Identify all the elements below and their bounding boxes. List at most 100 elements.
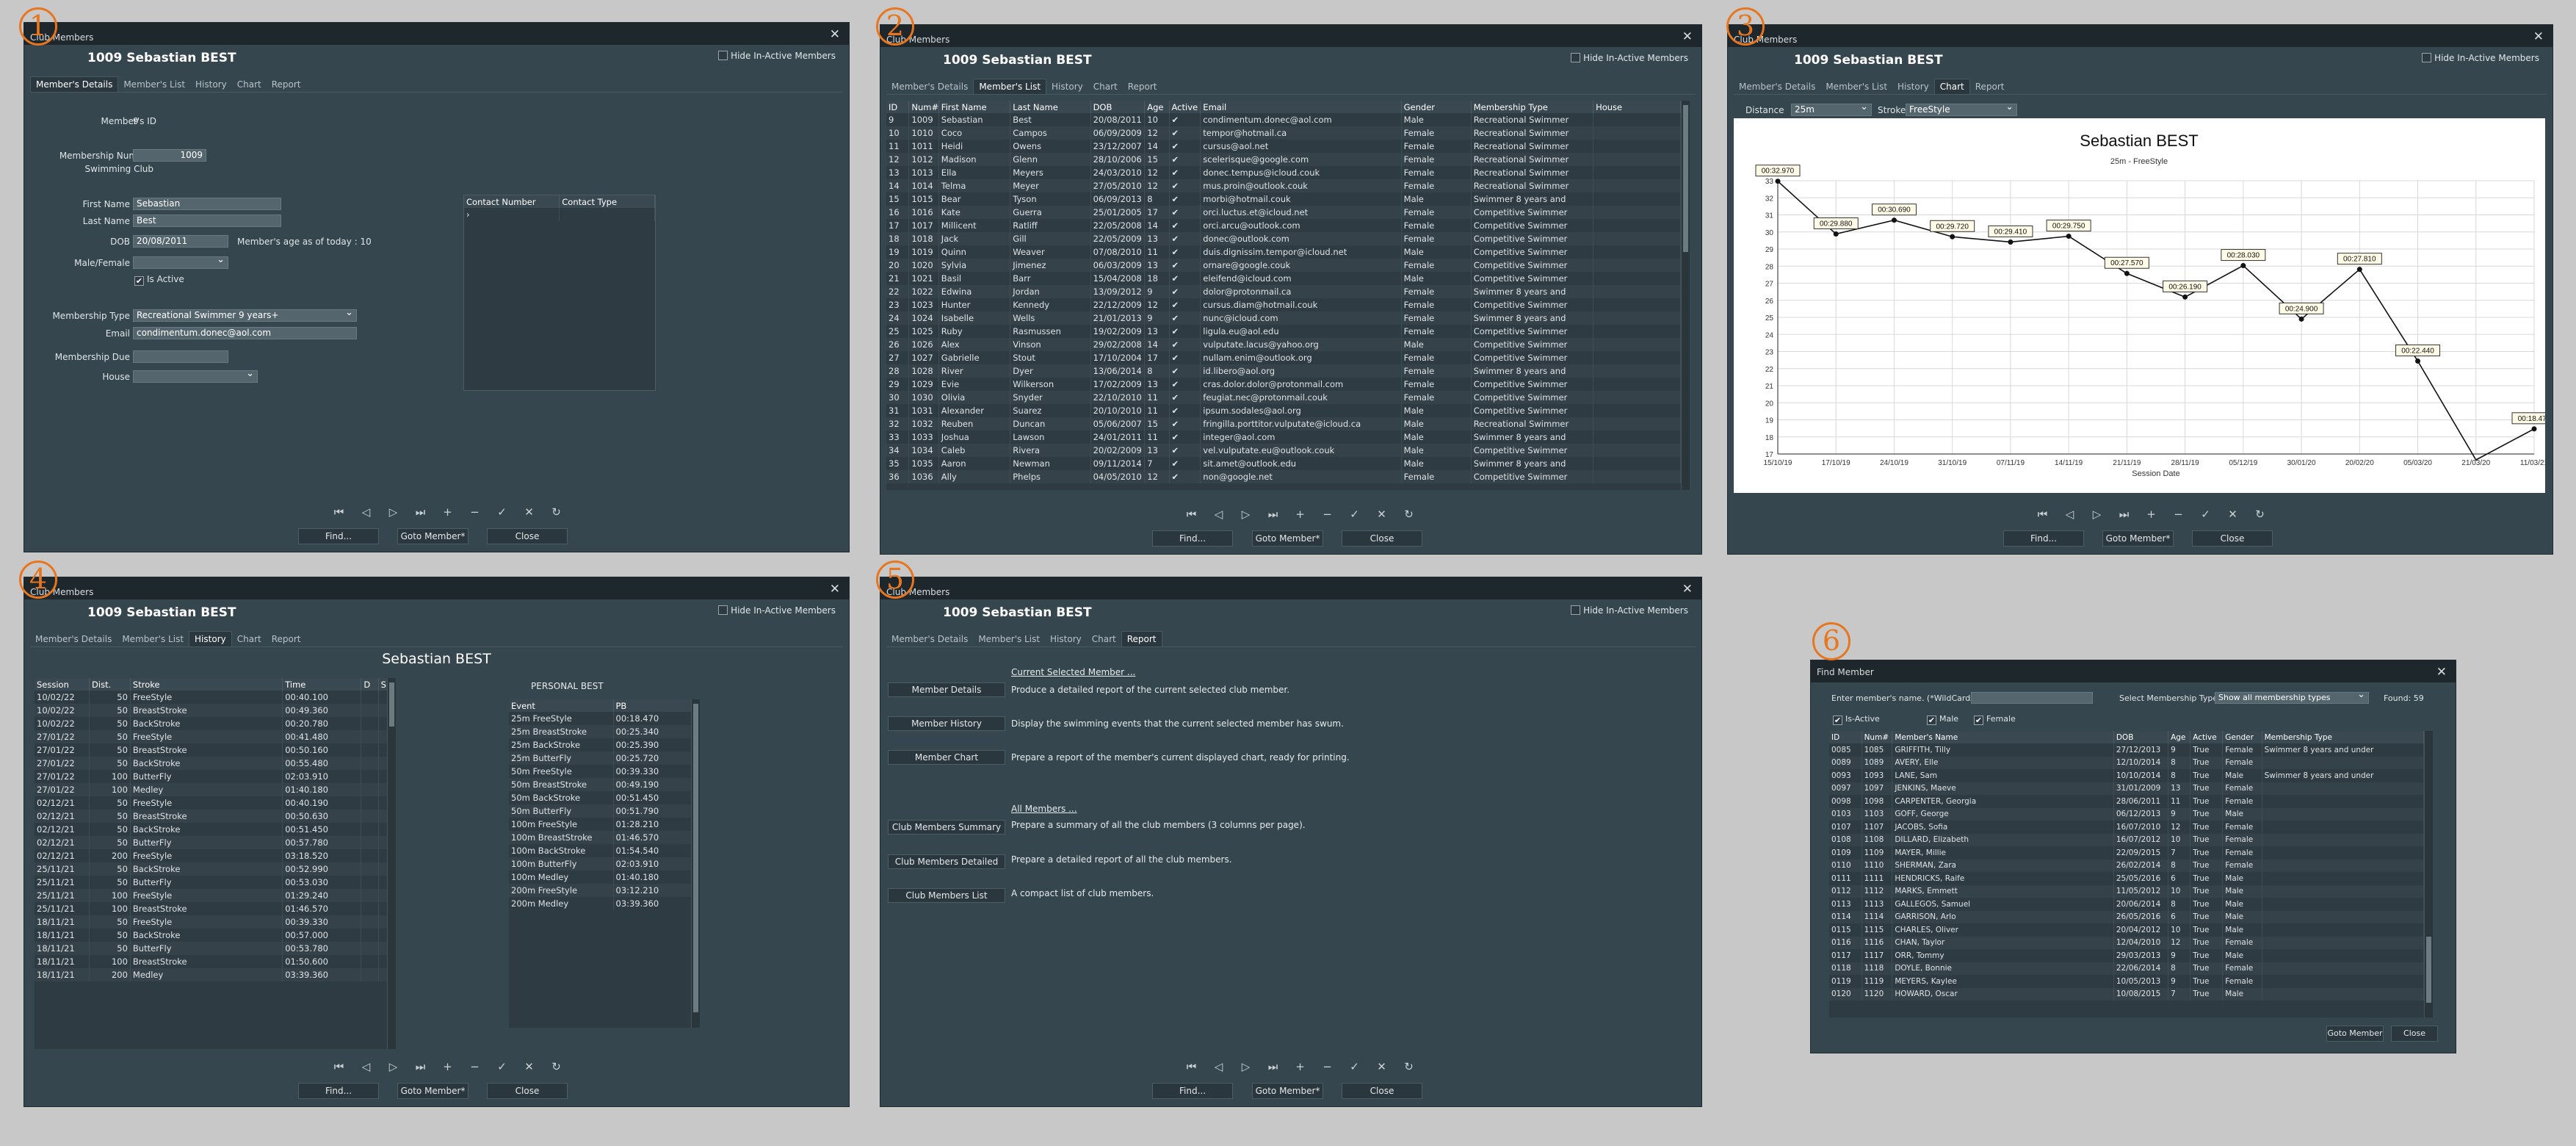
history-cell[interactable]: 200 <box>89 849 131 862</box>
history-cell[interactable] <box>361 836 379 849</box>
prev-record-icon[interactable]: ◁ <box>352 1060 380 1073</box>
find-cell[interactable]: 12 <box>2168 821 2191 834</box>
list-cell[interactable] <box>1593 351 1681 364</box>
find-button[interactable]: Find... <box>2003 530 2084 547</box>
history-cell[interactable]: 18/11/21 <box>35 968 90 981</box>
history-cell[interactable] <box>361 757 379 770</box>
find-cell[interactable]: 0115 <box>1829 923 1862 937</box>
find-cell[interactable]: Male <box>2222 910 2262 923</box>
history-cell[interactable]: 00:49.360 <box>282 704 362 717</box>
find-cell[interactable]: 13 <box>2168 782 2191 795</box>
contact-cell[interactable] <box>559 208 655 221</box>
find-cell[interactable]: 0111 <box>1829 872 1862 885</box>
hide-inactive-toggle[interactable]: Hide In-Active Members <box>1571 53 1688 63</box>
tab-history[interactable]: History <box>1046 79 1088 94</box>
list-cell[interactable] <box>1593 470 1681 483</box>
find-cell[interactable]: 25/05/2016 <box>2113 872 2169 885</box>
history-cell[interactable]: 18/11/21 <box>35 955 90 968</box>
list-cell[interactable]: 17 <box>1144 206 1170 219</box>
list-cell[interactable]: Competitive Swimmer <box>1471 338 1594 351</box>
list-cell[interactable]: 9 <box>1144 285 1170 298</box>
last-record-icon[interactable]: ⏭ <box>407 505 434 519</box>
find-cell[interactable]: 8 <box>2168 898 2191 911</box>
list-cell[interactable]: ✔ <box>1169 153 1201 166</box>
refresh-icon[interactable]: ↻ <box>543 505 570 519</box>
list-cell[interactable]: ✔ <box>1169 325 1201 338</box>
list-cell[interactable]: 12 <box>1144 298 1170 311</box>
list-cell[interactable]: cras.dolor.dolor@protonmail.com <box>1200 378 1402 391</box>
history-cell[interactable] <box>361 929 379 942</box>
history-cell[interactable]: 02/12/21 <box>35 823 90 836</box>
post-record-icon[interactable]: ✓ <box>2192 508 2219 521</box>
tab-members-list[interactable]: Member's List <box>117 632 189 646</box>
is-active-filter[interactable]: ✔ Is-Active <box>1833 714 1880 725</box>
is-active-toggle[interactable]: ✔ Is Active <box>134 274 184 286</box>
add-record-icon[interactable]: + <box>434 505 461 519</box>
add-record-icon[interactable]: + <box>1287 508 1314 521</box>
list-cell[interactable]: ✔ <box>1169 192 1201 206</box>
find-cell[interactable]: SHERMAN, Zara <box>1892 859 2114 872</box>
list-cell[interactable] <box>1593 166 1681 179</box>
history-row[interactable]: 18/11/21 50 FreeStyle 00:39.330 <box>35 915 396 929</box>
list-cell[interactable] <box>1593 457 1681 470</box>
goto-member-button[interactable]: Goto Member* <box>2102 530 2174 547</box>
close-button[interactable]: Close <box>487 528 568 544</box>
list-cell[interactable]: 26 <box>886 338 910 351</box>
find-cell[interactable]: True <box>2190 936 2224 949</box>
list-cell[interactable]: Recreational Swimmer <box>1471 166 1594 179</box>
list-cell[interactable]: Kate <box>938 206 1011 219</box>
list-cell[interactable]: Glenn <box>1010 153 1091 166</box>
club-list-report-button[interactable]: Club Members List <box>888 888 1005 903</box>
list-cell[interactable]: 22/12/2009 <box>1090 298 1146 311</box>
list-cell[interactable]: Vinson <box>1010 338 1091 351</box>
find-cell[interactable] <box>2262 910 2424 923</box>
list-row[interactable]: 17 1017 Millicent Ratliff 22/05/2008 14 ✔ orci.… <box>886 219 1681 232</box>
find-cell[interactable]: 1111 <box>1862 872 1893 885</box>
find-cell[interactable]: 8 <box>2168 769 2191 782</box>
list-cell[interactable]: ✔ <box>1169 457 1201 470</box>
membership-due-field[interactable] <box>133 350 228 363</box>
history-column-header[interactable]: Time <box>282 678 362 691</box>
list-cell[interactable]: 12 <box>1144 166 1170 179</box>
list-cell[interactable] <box>1593 126 1681 140</box>
history-column-header[interactable]: Stroke <box>130 678 283 691</box>
history-row[interactable]: 02/12/21 50 ButterFly 00:57.780 <box>35 836 396 849</box>
find-cell[interactable] <box>2262 833 2424 846</box>
list-cell[interactable]: Dyer <box>1010 364 1091 378</box>
list-row[interactable]: 11 1011 Heidi Owens 23/12/2007 14 ✔ cursus@aol.… <box>886 140 1681 153</box>
club-summary-report-button[interactable]: Club Members Summary <box>888 820 1005 835</box>
find-cell[interactable]: MARKS, Emmett <box>1892 884 2114 898</box>
find-cell[interactable]: True <box>2190 782 2224 795</box>
find-cell[interactable]: 1107 <box>1862 821 1893 834</box>
list-cell[interactable] <box>1593 113 1681 126</box>
tab-history[interactable]: History <box>190 77 232 92</box>
history-column-header[interactable]: Session <box>35 678 90 691</box>
pb-cell[interactable]: 00:51.790 <box>613 804 691 818</box>
tab-members-details[interactable]: Member's Details <box>30 76 119 92</box>
hide-inactive-toggle[interactable]: Hide In-Active Members <box>718 605 836 616</box>
list-cell[interactable]: Swimmer 8 years and <box>1471 192 1594 206</box>
tab-report[interactable]: Report <box>267 77 306 92</box>
distance-dropdown[interactable]: 25m <box>1791 101 1872 116</box>
history-cell[interactable]: ButterFly <box>130 770 283 783</box>
list-cell[interactable] <box>1593 404 1681 417</box>
find-cell[interactable] <box>2262 975 2424 988</box>
list-cell[interactable]: 14 <box>1144 140 1170 153</box>
list-cell[interactable]: 1011 <box>908 140 939 153</box>
tab-report[interactable]: Report <box>1121 631 1162 646</box>
list-column-header[interactable]: Num# <box>908 101 939 113</box>
list-cell[interactable]: Jack <box>938 232 1011 245</box>
membership-type-dropdown[interactable]: Recreational Swimmer 9 years+ <box>133 307 357 322</box>
history-grid[interactable]: Session Dist. Stroke Time D S 10/02/22 50 FreeSt… <box>35 678 396 1049</box>
pb-column-header[interactable]: Event <box>509 699 614 712</box>
pb-row[interactable]: 200m Medley 03:39.360 <box>509 897 691 910</box>
list-cell[interactable]: mus.proin@outlook.couk <box>1200 179 1402 192</box>
list-cell[interactable]: Duncan <box>1010 417 1091 430</box>
history-row[interactable]: 02/12/21 50 FreeStyle 00:40.190 <box>35 796 396 810</box>
list-cell[interactable]: 9 <box>886 113 910 126</box>
list-cell[interactable]: fringilla.porttitor.vulputate@icloud.ca <box>1200 417 1402 430</box>
list-cell[interactable]: Recreational Swimmer <box>1471 140 1594 153</box>
pb-cell[interactable]: 100m Medley <box>509 871 614 884</box>
find-cell[interactable] <box>2262 859 2424 872</box>
history-cell[interactable]: 25/11/21 <box>35 876 90 889</box>
